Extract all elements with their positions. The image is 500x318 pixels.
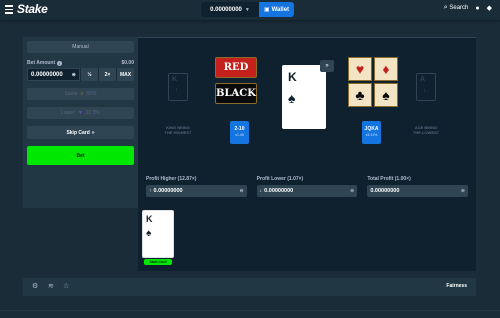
profit-higher-label: Profit Higher (12.87×) (146, 176, 197, 182)
history-card-rank: K (146, 214, 153, 224)
arrow-down-icon: ↓ (259, 188, 263, 194)
double-chevron-right-icon: » (91, 129, 95, 136)
user-icon[interactable]: ● (475, 5, 479, 12)
double-button[interactable]: 2× (98, 68, 116, 81)
range-2-10-mult: x1.45 (235, 133, 244, 137)
settings-icon[interactable]: ⚙ (32, 282, 38, 290)
currency-icon: ⊜ (239, 188, 244, 194)
balance-display[interactable]: 0.00000000 ▼ (201, 2, 259, 17)
bet-amount-label: Bet Amount (27, 60, 56, 66)
profit-lower-field: Profit Lower (1.07×) ↓ 0.00000000 ⊜ (253, 173, 362, 201)
same-label: Same (64, 91, 78, 97)
card-history: K ♠ Start Card (138, 208, 476, 271)
spade-icon: ♠ (288, 90, 296, 106)
profit-fields: Profit Higher (12.87×) ↑ 0.00000000 ⊜ Pr… (142, 173, 472, 201)
skip-card-button[interactable]: Skip Card » (27, 126, 134, 139)
search-label: Search (449, 5, 469, 11)
lower-option[interactable]: Lower ▼ 92.3% (27, 107, 134, 119)
lower-label: Lower (61, 110, 75, 116)
profit-lower-value: 0.00000000 (264, 188, 294, 194)
bet-amount-input[interactable]: 0.00000000 ⊜ (27, 68, 80, 81)
bet-amount-header: Bet Amount i $0.00 (27, 60, 134, 66)
wallet-button[interactable]: ▣ Wallet (259, 2, 294, 17)
suit-selector: ♥ ♦ ♣ ♠ (348, 57, 400, 109)
logo[interactable]: Stake (17, 2, 48, 16)
range-2-10-title: 2-10 (234, 126, 245, 132)
arrow-up-icon: ↑ (149, 188, 152, 194)
king-rank: K (172, 76, 178, 83)
profit-higher-field: Profit Higher (12.87×) ↑ 0.00000000 ⊜ (142, 173, 251, 201)
range-jqka-title: JQKA (364, 126, 379, 132)
currency-icon: ⊜ (71, 71, 76, 78)
bet-amount-row: 0.00000000 ⊜ ½ 2× MAX (27, 68, 134, 81)
current-card-rank: K (288, 70, 297, 84)
ace-caption: ACE BEING THE LOWEST (408, 125, 444, 135)
search-icon: ⌕ (443, 4, 448, 11)
same-option[interactable]: Same ≡ 50% (27, 88, 134, 100)
range-jqka-badge[interactable]: JQKA x3.21% (362, 121, 381, 144)
bet-amount-usd: $0.00 (121, 60, 134, 66)
total-profit-field: Total Profit (1.00×) 0.00000000 ⊜ (363, 173, 472, 201)
favorite-icon[interactable]: ☆ (63, 282, 69, 290)
fairness-link[interactable]: Fairness (446, 283, 467, 289)
info-icon[interactable]: i (57, 60, 63, 66)
stats-icon[interactable]: ≋ (48, 282, 54, 290)
spade-icon: ♠ (146, 228, 152, 239)
lower-pct: 92.3% (85, 110, 100, 116)
balance-value: 0.00000000 (210, 6, 242, 13)
total-profit-input[interactable]: 0.00000000 ⊜ (367, 185, 469, 197)
page-divider (0, 310, 500, 311)
notifications-icon[interactable]: ◆ (487, 4, 492, 12)
divider (138, 37, 476, 38)
half-button[interactable]: ½ (80, 68, 98, 81)
ace-ghost-card: A ↓ (416, 73, 436, 101)
bet-controls-panel: Manual Bet Amount i $0.00 0.00000000 ⊜ ½ … (23, 37, 138, 208)
ace-caption-line2: THE LOWEST (412, 130, 440, 135)
chevron-down-icon: ▼ (244, 6, 250, 13)
start-card-badge: Start Card (144, 259, 172, 265)
tab-manual[interactable]: Manual (27, 41, 134, 53)
search-button[interactable]: ⌕ Search (444, 4, 469, 12)
current-card: K ♠ (282, 65, 326, 129)
total-profit-label: Total Profit (1.00×) (367, 176, 411, 182)
king-caption: KING BEING THE HIGHEST (160, 125, 196, 135)
arrow-down-icon: ↓ (423, 87, 427, 94)
currency-icon: ⊜ (460, 188, 466, 194)
skip-card-label: Skip Card (66, 129, 90, 136)
bet-amount-value: 0.00000000 (31, 71, 63, 78)
game-area: K ↑ KING BEING THE HIGHEST RED BLACK K ♠… (138, 37, 476, 208)
top-bar: Stake 0.00000000 ▼ ▣ Wallet ⌕ Search ● ◆ (0, 0, 500, 20)
max-button[interactable]: MAX (116, 68, 134, 81)
red-button[interactable]: RED (215, 57, 257, 78)
black-button[interactable]: BLACK (215, 83, 257, 104)
profit-higher-value: 0.00000000 (153, 188, 183, 194)
profit-higher-input[interactable]: ↑ 0.00000000 ⊜ (146, 185, 247, 197)
spades-button[interactable]: ♠ (374, 83, 398, 107)
wallet-icon: ▣ (263, 7, 270, 13)
king-ghost-card: K ↑ (168, 73, 188, 101)
bottom-bar: ⚙ ≋ ☆ Fairness (23, 278, 476, 296)
currency-icon: ⊜ (350, 188, 355, 194)
same-pct: 50% (86, 91, 97, 97)
wallet-label: Wallet (271, 6, 290, 13)
hearts-button[interactable]: ♥ (348, 57, 372, 81)
arrow-down-icon: ▼ (77, 110, 83, 116)
equal-icon: ≡ (80, 91, 84, 97)
range-2-10-badge[interactable]: 2-10 x1.45 (230, 121, 249, 144)
bet-button[interactable]: Bet (27, 146, 134, 165)
profit-lower-label: Profit Lower (1.07×) (256, 176, 304, 182)
skip-card-small-button[interactable]: » (320, 60, 334, 72)
range-jqka-mult: x3.21% (365, 133, 378, 137)
ace-rank: A (420, 76, 426, 83)
total-profit-value: 0.00000000 (370, 188, 400, 194)
history-card: K ♠ (142, 210, 174, 258)
profit-lower-input[interactable]: ↓ 0.00000000 ⊜ (256, 185, 358, 197)
menu-icon[interactable] (5, 5, 13, 14)
king-caption-line2: THE HIGHEST (164, 130, 192, 135)
diamonds-button[interactable]: ♦ (374, 57, 398, 81)
arrow-up-icon: ↑ (175, 87, 179, 94)
header-actions: ⌕ Search ● ◆ (444, 4, 492, 12)
clubs-button[interactable]: ♣ (348, 83, 372, 107)
